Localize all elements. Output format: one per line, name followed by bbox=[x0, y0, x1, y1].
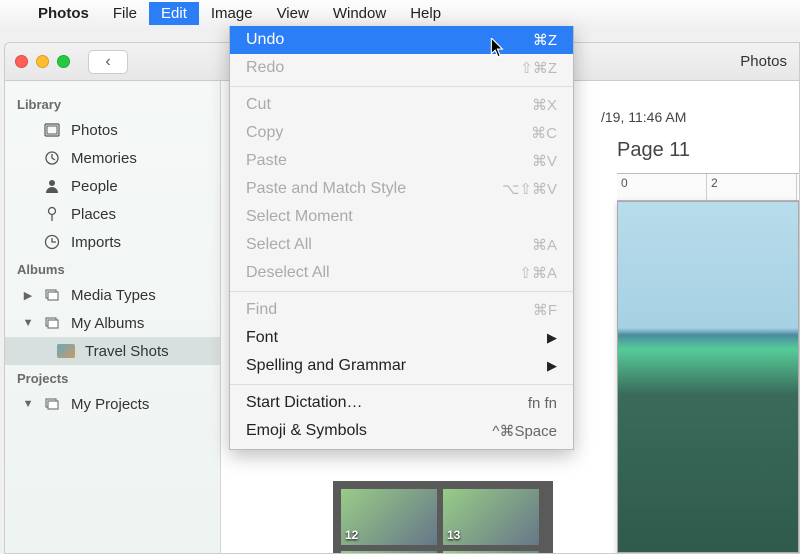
menuitem-redo: Redo⇧⌘Z bbox=[230, 54, 573, 82]
stack-icon bbox=[43, 396, 61, 412]
menuitem-select-moment: Select Moment bbox=[230, 203, 573, 231]
sidebar-item-my-albums[interactable]: ▼ My Albums bbox=[5, 309, 220, 337]
photos-icon bbox=[43, 122, 61, 138]
sidebar-item-label: Memories bbox=[71, 150, 137, 167]
sidebar-item-label: My Projects bbox=[71, 396, 149, 413]
menu-image[interactable]: Image bbox=[199, 2, 265, 25]
sidebar-item-people[interactable]: People bbox=[5, 172, 220, 200]
menu-file[interactable]: File bbox=[101, 2, 149, 25]
filmstrip-thumbnail[interactable]: 13 bbox=[443, 489, 539, 545]
sidebar-item-label: Imports bbox=[71, 234, 121, 251]
sidebar-header-projects: Projects bbox=[5, 365, 220, 390]
close-button[interactable] bbox=[15, 55, 28, 68]
sidebar-item-label: Travel Shots bbox=[85, 343, 169, 360]
app-menu[interactable]: Photos bbox=[26, 2, 101, 25]
menuitem-select-all: Select All⌘A bbox=[230, 231, 573, 259]
disclosure-triangle-icon[interactable]: ▶ bbox=[23, 289, 33, 302]
sidebar-header-library: Library bbox=[5, 91, 220, 116]
menuitem-start-dictation[interactable]: Start Dictation…fn fn bbox=[230, 389, 573, 417]
menuitem-undo[interactable]: Undo⌘Z bbox=[230, 26, 573, 54]
thumbnail-number: 12 bbox=[345, 528, 358, 542]
menuitem-emoji-symbols[interactable]: Emoji & Symbols^⌘Space bbox=[230, 417, 573, 445]
menu-separator bbox=[230, 384, 573, 385]
sidebar-item-label: Media Types bbox=[71, 287, 156, 304]
photo-preview[interactable] bbox=[617, 201, 799, 553]
menu-separator bbox=[230, 291, 573, 292]
menu-edit[interactable]: Edit bbox=[149, 2, 199, 25]
menuitem-copy: Copy⌘C bbox=[230, 119, 573, 147]
sidebar-item-label: My Albums bbox=[71, 315, 144, 332]
sidebar-header-albums: Albums bbox=[5, 256, 220, 281]
menu-separator bbox=[230, 86, 573, 87]
chevron-left-icon: ‹ bbox=[105, 53, 110, 71]
menuitem-deselect-all: Deselect All⇧⌘A bbox=[230, 259, 573, 287]
submenu-arrow-icon: ▶ bbox=[547, 330, 557, 346]
sidebar: Library Photos Memories People Places Im… bbox=[5, 81, 221, 553]
menuitem-paste-match-style: Paste and Match Style⌥⇧⌘V bbox=[230, 175, 573, 203]
ruler[interactable]: 0 2 bbox=[617, 173, 799, 201]
sidebar-item-memories[interactable]: Memories bbox=[5, 144, 220, 172]
filmstrip: 12 13 bbox=[333, 481, 553, 554]
back-button[interactable]: ‹ bbox=[88, 50, 128, 74]
thumbnail-number: 13 bbox=[447, 528, 460, 542]
edit-menu-dropdown: Undo⌘Z Redo⇧⌘Z Cut⌘X Copy⌘C Paste⌘V Past… bbox=[229, 26, 574, 450]
sidebar-item-label: People bbox=[71, 178, 118, 195]
menubar: Photos File Edit Image View Window Help bbox=[0, 0, 800, 26]
menuitem-font[interactable]: Font▶ bbox=[230, 324, 573, 352]
menu-view[interactable]: View bbox=[265, 2, 321, 25]
timestamp-label: /19, 11:46 AM bbox=[601, 109, 686, 125]
sidebar-item-label: Photos bbox=[71, 122, 118, 139]
sidebar-item-imports[interactable]: Imports bbox=[5, 228, 220, 256]
menuitem-spelling-grammar[interactable]: Spelling and Grammar▶ bbox=[230, 352, 573, 380]
menu-window[interactable]: Window bbox=[321, 2, 398, 25]
stack-icon bbox=[43, 287, 61, 303]
ruler-tick: 0 bbox=[617, 174, 707, 200]
disclosure-triangle-icon[interactable]: ▼ bbox=[23, 398, 33, 410]
sidebar-item-my-projects[interactable]: ▼ My Projects bbox=[5, 390, 220, 418]
ruler-tick: 2 bbox=[707, 174, 797, 200]
filmstrip-thumbnail[interactable]: 12 bbox=[341, 489, 437, 545]
sidebar-item-media-types[interactable]: ▶ Media Types bbox=[5, 281, 220, 309]
menuitem-find: Find⌘F bbox=[230, 296, 573, 324]
window-title: Photos bbox=[740, 53, 787, 70]
sidebar-item-places[interactable]: Places bbox=[5, 200, 220, 228]
menuitem-cut: Cut⌘X bbox=[230, 91, 573, 119]
page-title: Page 11 bbox=[617, 139, 690, 162]
pin-icon bbox=[43, 206, 61, 222]
cursor-icon bbox=[490, 38, 506, 63]
people-icon bbox=[43, 178, 61, 194]
clock-icon bbox=[43, 234, 61, 250]
disclosure-triangle-icon[interactable]: ▼ bbox=[23, 317, 33, 329]
sidebar-item-travel-shots[interactable]: Travel Shots bbox=[5, 337, 220, 365]
traffic-lights bbox=[15, 55, 70, 68]
stack-icon bbox=[43, 315, 61, 331]
minimize-button[interactable] bbox=[36, 55, 49, 68]
menu-help[interactable]: Help bbox=[398, 2, 453, 25]
sidebar-item-label: Places bbox=[71, 206, 116, 223]
submenu-arrow-icon: ▶ bbox=[547, 358, 557, 374]
zoom-button[interactable] bbox=[57, 55, 70, 68]
memories-icon bbox=[43, 150, 61, 166]
album-thumbnail-icon bbox=[57, 344, 75, 358]
menuitem-paste: Paste⌘V bbox=[230, 147, 573, 175]
sidebar-item-photos[interactable]: Photos bbox=[5, 116, 220, 144]
